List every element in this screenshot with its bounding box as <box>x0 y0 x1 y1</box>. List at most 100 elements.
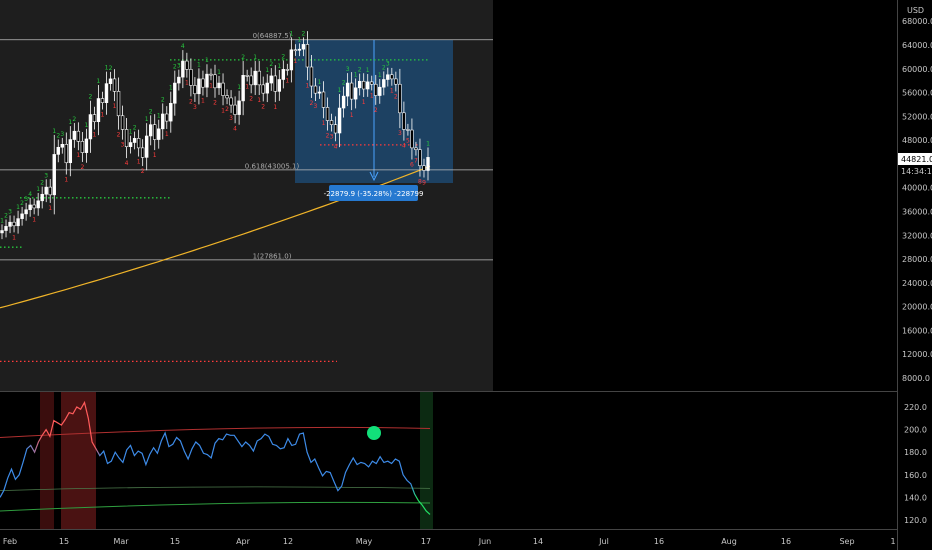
candle-body[interactable] <box>48 186 52 196</box>
candle-body[interactable] <box>237 100 241 115</box>
candle-body[interactable] <box>229 97 233 106</box>
candle-body[interactable] <box>32 204 36 209</box>
candle-body[interactable] <box>205 73 209 88</box>
candle-body[interactable] <box>169 102 173 122</box>
candle-body[interactable] <box>36 200 40 209</box>
candle-body[interactable] <box>370 81 374 85</box>
candle-body[interactable] <box>333 124 338 134</box>
candle-body[interactable] <box>329 120 334 125</box>
candle-body[interactable] <box>337 107 342 134</box>
candle-body[interactable] <box>301 44 306 50</box>
candle-body[interactable] <box>88 114 93 140</box>
candle-body[interactable] <box>108 78 113 84</box>
candle-body[interactable] <box>0 230 4 234</box>
candle-body[interactable] <box>422 165 426 171</box>
candle-body[interactable] <box>414 147 418 150</box>
candle-body[interactable] <box>289 49 294 71</box>
candle-body[interactable] <box>136 138 141 149</box>
candle-body[interactable] <box>173 82 177 104</box>
candle-body[interactable] <box>309 66 314 87</box>
candle-body[interactable] <box>24 209 28 215</box>
candle-body[interactable] <box>398 83 402 114</box>
candle-body[interactable] <box>132 138 137 143</box>
candle-body[interactable] <box>76 130 81 142</box>
candle-body[interactable] <box>293 49 298 52</box>
candle-body[interactable] <box>213 74 217 89</box>
candle-body[interactable] <box>44 186 48 195</box>
candle-body[interactable] <box>100 98 105 103</box>
candle-body[interactable] <box>12 221 16 227</box>
candle-body[interactable] <box>402 112 406 130</box>
candle-body[interactable] <box>253 70 257 86</box>
candle-body[interactable] <box>277 79 282 92</box>
candle-body[interactable] <box>349 82 354 100</box>
candle-body[interactable] <box>68 139 73 164</box>
candle-body[interactable] <box>285 69 290 71</box>
candle-body[interactable] <box>165 113 169 122</box>
candle-body[interactable] <box>305 44 310 68</box>
candle-body[interactable] <box>382 79 386 88</box>
candle-body[interactable] <box>410 129 414 149</box>
candle-body[interactable] <box>217 82 221 89</box>
candle-body[interactable] <box>40 193 44 202</box>
candle-body[interactable] <box>16 218 20 227</box>
candle-body[interactable] <box>20 213 24 219</box>
candle-body[interactable] <box>84 138 89 153</box>
candle-body[interactable] <box>269 75 273 84</box>
candle-body[interactable] <box>60 144 64 148</box>
candle-body[interactable] <box>390 74 394 80</box>
candle-body[interactable] <box>128 142 133 147</box>
candle-body[interactable] <box>185 60 189 70</box>
candle-body[interactable] <box>189 69 193 86</box>
oscillator-pane[interactable] <box>0 392 897 529</box>
candle-body[interactable] <box>181 60 185 78</box>
candle-body[interactable] <box>249 75 253 86</box>
candle-body[interactable] <box>378 86 382 96</box>
candle-body[interactable] <box>341 95 346 109</box>
candle-body[interactable] <box>161 113 165 130</box>
candle-body[interactable] <box>426 157 430 171</box>
candle-body[interactable] <box>313 85 318 94</box>
candle-body[interactable] <box>96 98 101 123</box>
trading-chart[interactable]: 0(64887.5)0.618(43005.1)1(27861.0) 12311… <box>0 0 932 550</box>
candle-body[interactable] <box>221 82 225 96</box>
candle-body[interactable] <box>4 226 8 231</box>
candle-body[interactable] <box>386 74 390 80</box>
candle-body[interactable] <box>92 114 97 123</box>
candle-body[interactable] <box>8 221 12 227</box>
candle-body[interactable] <box>197 78 201 95</box>
candle-body[interactable] <box>201 78 205 88</box>
candle-body[interactable] <box>297 48 302 51</box>
candle-body[interactable] <box>157 128 161 140</box>
candle-body[interactable] <box>193 85 197 95</box>
candle-body[interactable] <box>80 141 85 153</box>
candle-body[interactable] <box>72 130 77 140</box>
candle-body[interactable] <box>140 147 145 158</box>
candle-body[interactable] <box>317 91 322 94</box>
candle-body[interactable] <box>177 76 181 84</box>
candle-body[interactable] <box>374 83 378 96</box>
candle-body[interactable] <box>56 146 60 155</box>
candle-body[interactable] <box>281 69 286 80</box>
candle-body[interactable] <box>357 80 362 89</box>
candle-body[interactable] <box>120 115 125 130</box>
candle-body[interactable] <box>353 87 358 100</box>
candle-body[interactable] <box>394 78 398 85</box>
candle-body[interactable] <box>361 80 366 90</box>
candle-body[interactable] <box>245 75 249 77</box>
candle-body[interactable] <box>148 124 153 137</box>
candle-body[interactable] <box>52 154 56 196</box>
candle-body[interactable] <box>112 78 117 92</box>
candle-body[interactable] <box>104 83 109 103</box>
candle-body[interactable] <box>273 75 277 92</box>
candle-body[interactable] <box>144 135 149 158</box>
candle-body[interactable] <box>265 82 269 94</box>
candle-body[interactable] <box>233 104 237 115</box>
candle-body[interactable] <box>28 204 32 211</box>
candle-body[interactable] <box>124 129 129 147</box>
candle-body[interactable] <box>321 91 326 108</box>
candle-body[interactable] <box>261 84 265 94</box>
candle-body[interactable] <box>325 107 330 121</box>
candle-body[interactable] <box>241 75 245 102</box>
candle-body[interactable] <box>225 95 229 99</box>
